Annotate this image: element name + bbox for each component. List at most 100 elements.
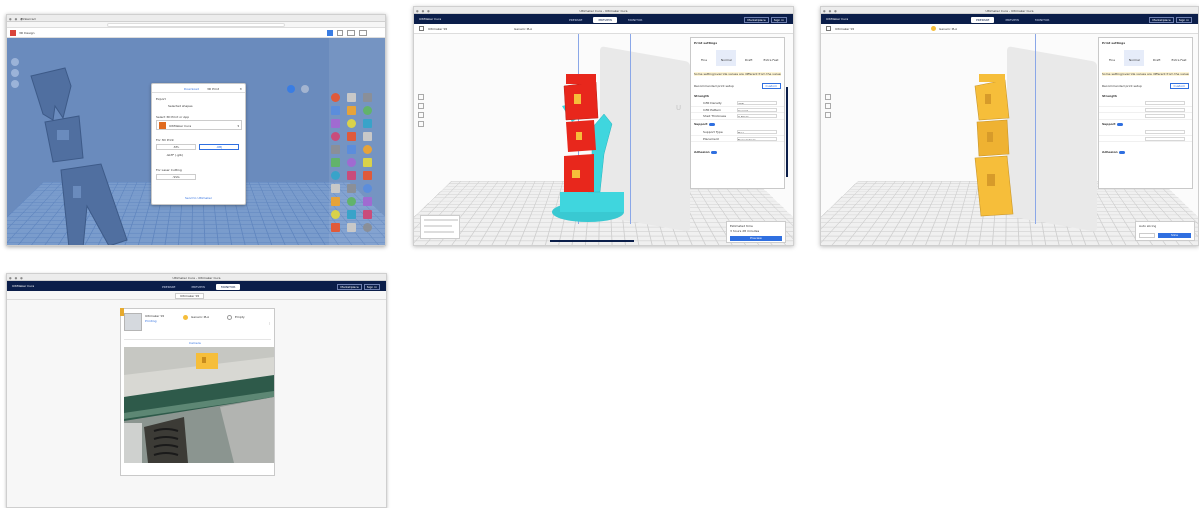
zoom-out-icon[interactable] (11, 80, 19, 88)
shape-tile-icon[interactable] (347, 210, 356, 219)
slice-options[interactable] (1139, 233, 1155, 238)
stage-preview[interactable]: PREVIEW (1000, 17, 1024, 23)
more-options-icon[interactable]: ⋮ (268, 321, 271, 325)
setting-row[interactable]: Placement Everywhere (691, 136, 784, 142)
layer-height-slider[interactable] (786, 87, 788, 177)
marketplace-button[interactable]: Marketplace (1149, 16, 1174, 23)
material-selector[interactable]: Generic PLA (514, 27, 532, 31)
profile-draft[interactable]: Draft (1147, 50, 1167, 66)
shape-tile-icon[interactable] (347, 223, 356, 232)
camera-tab[interactable]: Camera (189, 341, 201, 345)
browser-tab[interactable]: Tinkercad (21, 17, 36, 21)
shape-tile-icon[interactable] (347, 158, 356, 167)
adhesion-toggle[interactable] (1118, 150, 1125, 154)
shape-tile-icon[interactable] (363, 145, 372, 154)
setting-value[interactable]: 20% (737, 101, 777, 105)
shape-tile-icon[interactable] (363, 106, 372, 115)
include-selected[interactable]: Selected shapes (168, 104, 193, 108)
setting-field[interactable] (1145, 136, 1185, 141)
gltf-button[interactable]: .GLTF (.glb) (166, 153, 183, 157)
stl-button[interactable]: .STL (156, 144, 196, 150)
support-toggle[interactable] (1116, 122, 1123, 126)
view-3d-icon[interactable] (825, 94, 831, 100)
tinkercad-logo-icon[interactable] (10, 30, 16, 36)
setting-field[interactable] (1145, 130, 1185, 134)
setting-value[interactable]: Tree (737, 130, 777, 134)
preview-button[interactable]: Preview (730, 236, 782, 241)
shape-tile-icon[interactable] (347, 197, 356, 206)
stage-monitor[interactable]: MONITOR (1030, 17, 1054, 23)
shape-tile-icon[interactable] (363, 158, 372, 167)
shape-tile-icon[interactable] (363, 93, 372, 102)
open-file-icon[interactable] (419, 26, 424, 31)
shape-tile-icon[interactable] (347, 106, 356, 115)
view-3d-icon[interactable] (418, 94, 424, 100)
profile-draft[interactable]: Draft (739, 50, 759, 66)
support-toggle[interactable] (708, 122, 715, 126)
tab-download[interactable]: Download (184, 87, 199, 91)
custom-button[interactable]: Custom (1169, 83, 1189, 89)
profile-normal[interactable]: Normal (716, 50, 737, 66)
shape-tile-icon[interactable] (363, 119, 372, 128)
view-front-icon[interactable] (418, 103, 424, 109)
shape-tile-icon[interactable] (331, 119, 340, 128)
shape-tile-icon[interactable] (347, 132, 356, 141)
open-file-icon[interactable] (826, 26, 831, 31)
send-to-ultimaker-button[interactable]: Send to Ultimaker (152, 196, 245, 200)
shape-tile-icon[interactable] (347, 119, 356, 128)
stage-prepare[interactable]: PREPARE (157, 284, 180, 290)
export-button[interactable] (359, 30, 367, 36)
shape-tile-icon[interactable] (331, 145, 340, 154)
stage-monitor[interactable]: MONITOR (623, 17, 647, 23)
stage-preview[interactable]: PREVIEW (186, 284, 210, 290)
setting-value[interactable]: Everywhere (737, 136, 777, 141)
profile-extra-fast[interactable]: Extra Fast (1169, 50, 1189, 66)
close-icon[interactable]: ✕ (239, 87, 242, 91)
printer-selector[interactable]: Ultimaker S5 (835, 27, 854, 31)
stage-prepare[interactable]: PREPARE (971, 16, 995, 23)
view-front-icon[interactable] (825, 103, 831, 109)
view-left-icon[interactable] (418, 121, 424, 127)
svg-button[interactable]: .SVG (156, 174, 196, 180)
view-top-icon[interactable] (825, 112, 831, 118)
setting-value[interactable]: Gyroid (737, 107, 777, 112)
view-top-icon[interactable] (418, 112, 424, 118)
shape-tile-icon[interactable] (347, 184, 356, 193)
adhesion-toggle[interactable] (710, 150, 717, 154)
yellow-model[interactable] (969, 74, 1029, 224)
home-icon[interactable] (11, 58, 19, 66)
obj-button[interactable]: .OBJ (199, 144, 239, 150)
stage-prepare[interactable]: PREPARE (564, 17, 587, 23)
shape-tile-icon[interactable] (363, 223, 372, 232)
orbit-icon[interactable] (287, 85, 295, 93)
stage-monitor[interactable]: MONITOR (216, 283, 241, 290)
shape-tile-icon[interactable] (331, 171, 340, 180)
setting-row[interactable] (1099, 113, 1192, 120)
shape-tile-icon[interactable] (331, 93, 340, 102)
setting-field[interactable] (1145, 114, 1185, 118)
shape-tile-icon[interactable] (363, 210, 372, 219)
custom-button[interactable]: Custom (761, 83, 781, 89)
material-selector[interactable]: Generic PLA (939, 27, 957, 31)
marketplace-button[interactable]: Marketplace (337, 283, 362, 290)
shape-tile-icon[interactable] (331, 197, 340, 206)
app-select[interactable]: UltiMaker Cura ▾ (156, 120, 242, 130)
setting-field[interactable] (1145, 107, 1185, 112)
shape-tile-icon[interactable] (331, 106, 340, 115)
stage-preview[interactable]: PREVIEW (593, 16, 618, 23)
setting-value[interactable]: 0.8mm (737, 114, 777, 118)
shape-tile-icon[interactable] (347, 93, 356, 102)
shape-tile-icon[interactable] (363, 184, 372, 193)
sign-in-button[interactable]: Sign in (363, 283, 380, 290)
grid-icon[interactable] (337, 30, 343, 36)
profile-extra-fast[interactable]: Extra Fast (761, 50, 781, 66)
shape-tile-icon[interactable] (363, 197, 372, 206)
setting-row[interactable] (1099, 136, 1192, 142)
shape-tile-icon[interactable] (347, 171, 356, 180)
object-list[interactable] (420, 215, 460, 239)
view-icon[interactable] (327, 30, 333, 36)
slice-button[interactable]: Slice (1158, 233, 1191, 238)
shape-tile-icon[interactable] (363, 132, 372, 141)
shape-tile-icon[interactable] (331, 158, 340, 167)
printer-selector[interactable]: Ultimaker S5 (428, 27, 447, 31)
